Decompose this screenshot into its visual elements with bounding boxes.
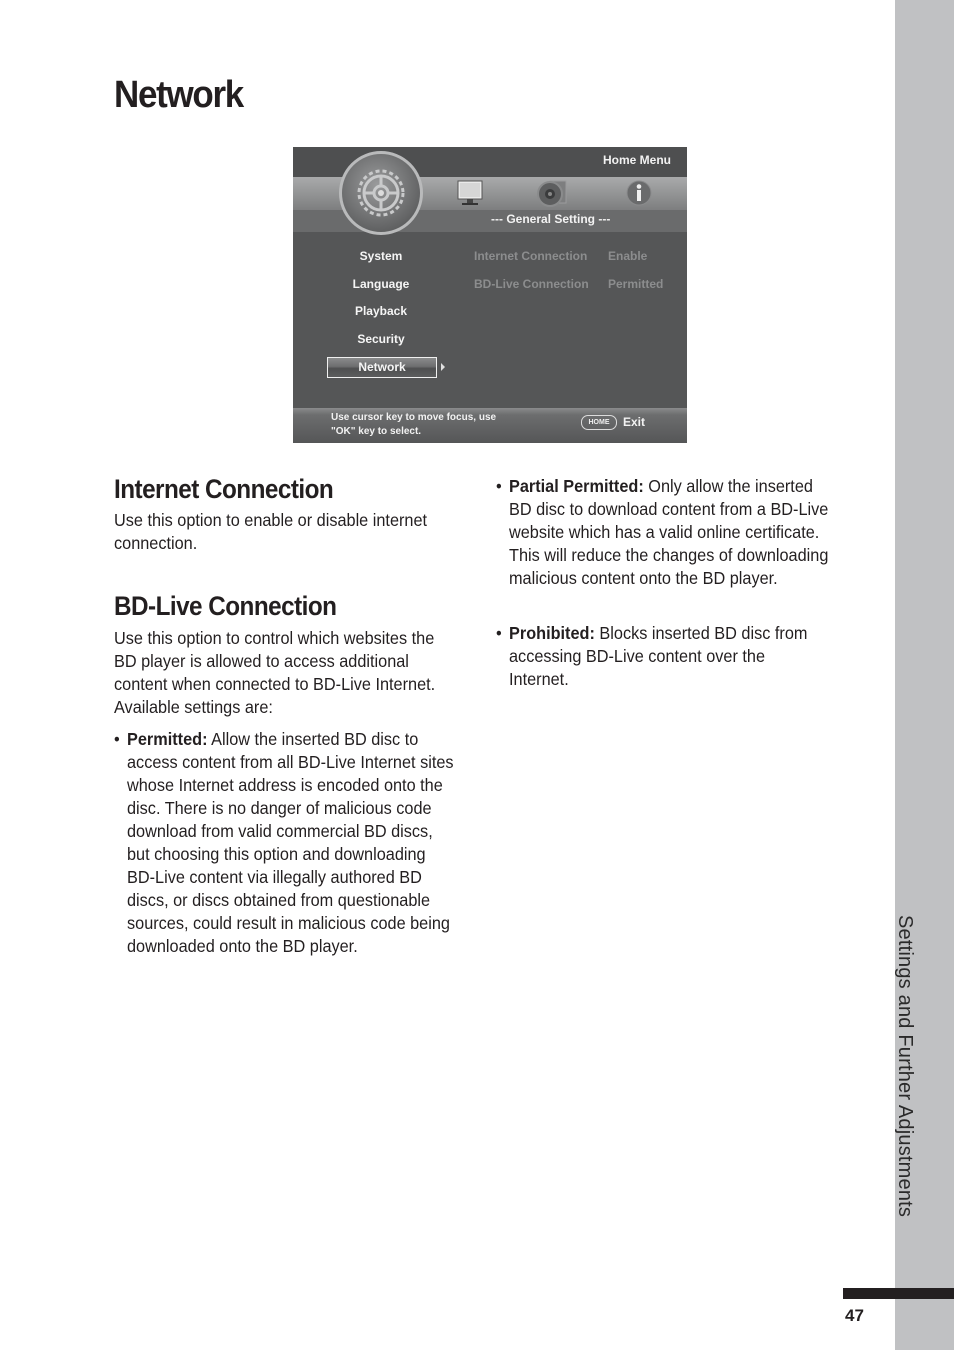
menu-category-language[interactable]: Language (331, 277, 431, 291)
bdlive-connection-body: Use this option to control which website… (114, 628, 436, 717)
page-number-bar (843, 1288, 954, 1299)
page-title: Network (114, 74, 244, 116)
chevron-right-icon (441, 363, 445, 371)
home-button[interactable]: HOME (581, 415, 617, 430)
internet-connection-body: Use this option to enable or disable int… (114, 510, 428, 553)
option-bdlive-connection-value: Permitted (608, 277, 664, 291)
option-internet-connection[interactable]: Internet Connection (474, 249, 587, 263)
bullet-term: Prohibited: (509, 623, 595, 643)
menu-footer: Use cursor key to move focus, use "OK" k… (293, 408, 687, 443)
exit-label: Exit (623, 415, 646, 429)
bullet-permitted: • Permitted: Allow the inserted BD disc t… (114, 728, 456, 958)
bullet-dot: • (495, 476, 502, 496)
menu-category-security[interactable]: Security (331, 332, 431, 346)
music-icon (537, 180, 567, 207)
menu-category-playback[interactable]: Playback (331, 304, 431, 318)
bullet-term: Partial Permitted: (509, 476, 644, 496)
bullet-prohibited: • Prohibited: Blocks inserted BD disc fro… (496, 622, 825, 691)
menu-category-system[interactable]: System (331, 249, 431, 263)
chapter-tab-label: Settings and Further Adjustments (894, 915, 916, 1218)
menu-category-network[interactable]: Network (327, 357, 437, 378)
menu-screenshot: Home Menu --- General Setting --- System… (293, 147, 687, 443)
bdlive-connection-heading: BD-Live Connection (114, 591, 337, 621)
bullet-partial-permitted: • Partial Permitted: Only allow the inser… (496, 475, 839, 590)
gear-icon (339, 151, 423, 235)
bullet-term: Permitted: (127, 729, 208, 749)
general-setting-label: --- General Setting --- (491, 212, 611, 226)
bullet-text: Allow the inserted BD disc to access con… (127, 729, 454, 956)
bullet-dot: • (495, 623, 502, 643)
option-internet-connection-value: Enable (608, 249, 648, 263)
menu-hint: Use cursor key to move focus, use "OK" k… (331, 411, 531, 439)
home-menu-label: Home Menu (602, 153, 671, 167)
info-icon (626, 180, 652, 206)
bullet-dot: • (113, 729, 120, 749)
internet-connection-heading: Internet Connection (114, 474, 334, 504)
menu-hint-line1: Use cursor key to move focus, use (331, 412, 497, 423)
page-number: 47 (845, 1306, 864, 1325)
option-bdlive-connection[interactable]: BD-Live Connection (474, 277, 589, 291)
menu-hint-line2: "OK" key to select. (331, 426, 422, 437)
monitor-icon (457, 180, 483, 205)
